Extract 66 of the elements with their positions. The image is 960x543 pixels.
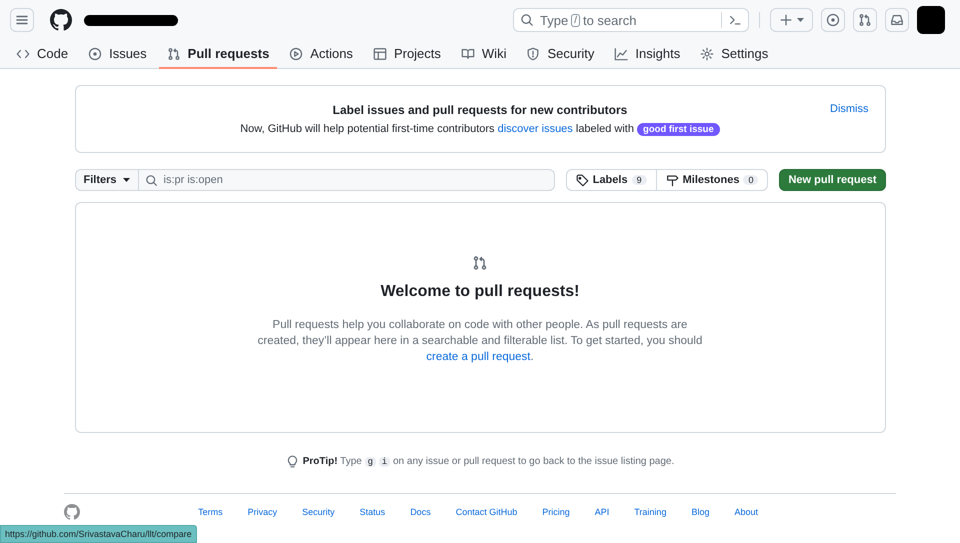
empty-state-text: Pull requests help you collaborate on code with other people. As pull requests are created, they’ll appear here in a searchable and filterable list. To get started, you should create a pull request. xyxy=(256,318,704,365)
footer-link[interactable]: Pricing xyxy=(542,507,570,517)
count-badge: 0 xyxy=(743,175,758,185)
shield-icon xyxy=(526,46,540,60)
footer-link[interactable]: About xyxy=(734,507,758,517)
search-field[interactable]: is:pr is:open xyxy=(138,169,555,191)
graph-icon xyxy=(614,46,628,60)
github-logo[interactable] xyxy=(50,9,72,31)
inbox-icon xyxy=(890,13,904,27)
milestones-button[interactable]: Milestones 0 xyxy=(656,169,768,191)
lightbulb-icon xyxy=(286,455,299,468)
search-field[interactable]: Type / to search xyxy=(513,8,749,32)
footer-link[interactable]: API xyxy=(594,507,610,517)
book-icon xyxy=(460,46,475,60)
footer-link[interactable]: Security xyxy=(302,507,335,517)
labels-button[interactable]: Labels 9 xyxy=(566,169,657,191)
footer-link[interactable]: Privacy xyxy=(248,507,278,517)
new-pull-request-button[interactable]: New pull request xyxy=(779,169,886,191)
banner-title: Label issues and pull requests for new contributors xyxy=(332,102,628,116)
banner-text: Now, GitHub will help potential first-time contributors discover issues labeled with xyxy=(240,122,634,134)
protip-text: ProTip! Type g i on any issue or pull request to go back to the issue listing page. xyxy=(302,456,674,467)
discover-issues-link[interactable]: discover issues xyxy=(498,122,573,134)
caret-icon xyxy=(122,178,130,182)
terminal-icon xyxy=(728,13,742,27)
status-url-tooltip: https://github.com/SrivastavaCharu/llt/compare xyxy=(0,525,197,543)
pull-requests-button[interactable] xyxy=(853,8,877,32)
footer-link[interactable]: Training xyxy=(634,507,666,517)
repo-tab[interactable]: Code xyxy=(8,40,76,69)
settings-icon xyxy=(700,46,714,60)
create-button[interactable] xyxy=(770,8,813,32)
repo-tab[interactable]: Issues xyxy=(80,40,155,69)
footer-link[interactable]: Contact GitHub xyxy=(456,507,518,517)
pull-request-icon xyxy=(166,46,181,60)
issue-label[interactable]: good first issue xyxy=(637,122,720,136)
inbox-button[interactable] xyxy=(885,8,909,32)
footer-link[interactable]: Docs xyxy=(410,507,431,517)
issue-icon xyxy=(826,13,840,27)
footer-link[interactable]: Terms xyxy=(198,507,223,517)
filters-button[interactable]: Filters xyxy=(74,169,139,191)
repo-tab[interactable]: Actions xyxy=(281,40,361,69)
repo-tab[interactable]: Insights xyxy=(606,40,688,69)
search-icon xyxy=(520,13,534,27)
repo-tab[interactable]: Security xyxy=(518,40,602,69)
dismiss-link[interactable]: Dismiss xyxy=(830,103,868,115)
issue-icon xyxy=(88,46,102,60)
issues-button[interactable] xyxy=(821,8,845,32)
count-badge: 9 xyxy=(632,175,647,185)
repo-tab[interactable]: Settings xyxy=(692,40,776,69)
menu-button[interactable] xyxy=(10,8,34,32)
pull-request-icon xyxy=(472,255,488,271)
pull-request-icon xyxy=(858,13,872,27)
footer-link[interactable]: Status xyxy=(360,507,386,517)
footer-link[interactable]: Blog xyxy=(691,507,710,517)
avatar[interactable] xyxy=(917,6,945,34)
plus-icon xyxy=(779,13,793,27)
table-icon xyxy=(372,46,387,60)
repo-tab[interactable]: Projects xyxy=(364,40,449,69)
tag-icon xyxy=(576,174,589,186)
search-icon xyxy=(144,174,158,186)
repo-tab[interactable]: Wiki xyxy=(452,40,514,69)
empty-state-title: Welcome to pull requests! xyxy=(380,283,580,301)
signpost-icon xyxy=(666,174,679,186)
play-icon xyxy=(289,46,304,60)
create-pull-request-link[interactable]: create a pull request xyxy=(426,351,530,363)
repo-tab[interactable]: Pull requests xyxy=(158,40,278,69)
caret-icon xyxy=(797,18,804,22)
